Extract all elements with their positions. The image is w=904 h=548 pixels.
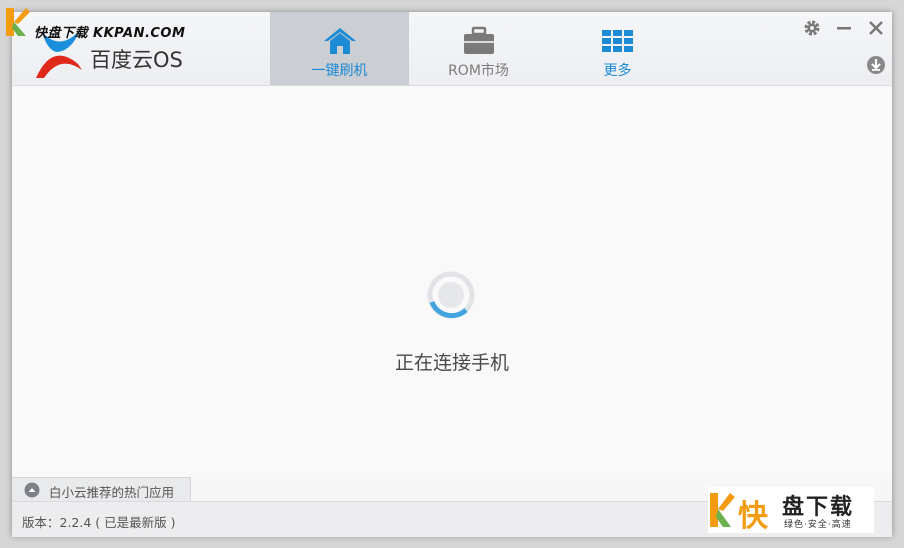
tab-more[interactable]: 更多 [548,12,687,85]
tab-one-click-flash[interactable]: 一键刷机 [270,12,409,85]
brand-name: 百度云OS [90,48,183,72]
connection-status-text: 正在连接手机 [394,352,509,374]
watermark-bottom: 快 盘下载 绿色·安全·高速 [708,487,874,534]
tab-label: 一键刷机 [311,63,368,79]
loading-spinner-icon [427,271,475,319]
close-icon[interactable] [866,18,886,38]
version-text: 版本：2.2.4 ( 已是最新版 ) [22,515,176,530]
minimize-icon[interactable] [834,18,854,38]
tab-rom-market[interactable]: ROM市场 [409,12,548,85]
tab-label: ROM市场 [448,63,509,79]
watermark-top: 快盘下载 KKPAN.COM [4,6,185,41]
watermark-top-text: 快盘下载 KKPAN.COM [34,26,186,41]
recommended-apps-toggle[interactable]: 白小云推荐的热门应用 [12,477,191,502]
watermark-bottom-tagline: 绿色·安全·高速 [784,520,852,530]
chevron-up-icon [24,482,40,498]
download-icon[interactable] [866,55,886,75]
watermark-bottom-first-char: 快 [738,499,768,534]
tab-label: 更多 [603,63,632,79]
grid-icon [601,30,633,52]
briefcase-icon [463,26,494,54]
gear-icon[interactable] [802,18,822,38]
app-window: 百度云OS 一键刷机 ROM市场 更多 正在连接手机 白小云推荐的热门应用 版本… [12,12,892,537]
watermark-logo-icon [6,8,30,36]
recommended-apps-label: 白小云推荐的热门应用 [49,485,175,500]
home-icon [323,28,356,54]
main-content: 正在连接手机 [12,86,892,478]
